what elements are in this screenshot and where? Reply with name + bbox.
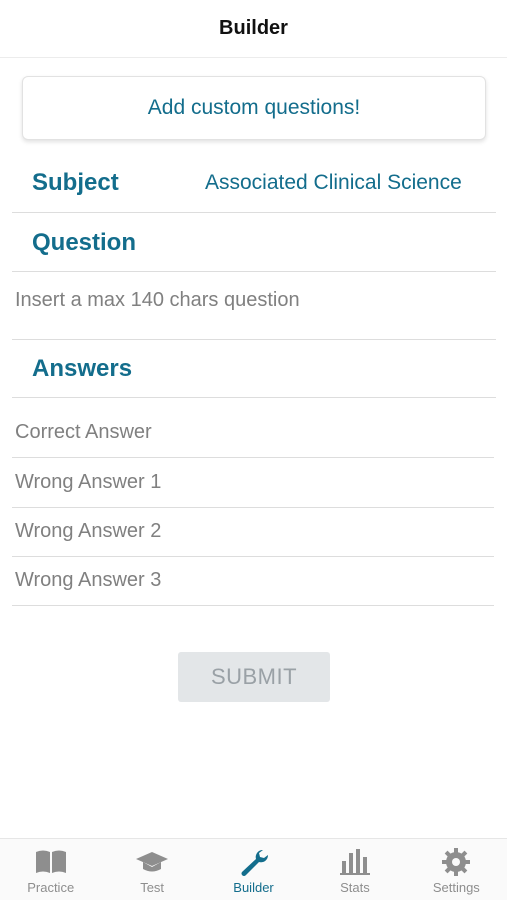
tab-settings[interactable]: Settings — [406, 839, 507, 900]
tab-test-label: Test — [140, 880, 165, 895]
question-input[interactable]: Insert a max 140 chars question — [12, 272, 496, 340]
tab-builder[interactable]: Builder — [203, 839, 304, 900]
nav-bar: Builder — [0, 0, 507, 58]
submit-button[interactable]: SUBMIT — [178, 652, 330, 702]
builder-screen: Builder Add custom questions! Subject As… — [0, 0, 507, 900]
page-title: Builder — [219, 17, 288, 39]
answers-label: Answers — [32, 355, 133, 382]
bar-chart-icon — [339, 849, 370, 875]
wrong-answer-3-placeholder: Wrong Answer 3 — [15, 569, 162, 591]
tab-settings-label: Settings — [432, 880, 480, 895]
question-placeholder: Insert a max 140 chars question — [15, 289, 300, 311]
add-custom-questions-label: Add custom questions! — [147, 96, 361, 119]
wrench-icon — [241, 849, 268, 876]
subject-label: Subject — [32, 169, 119, 196]
correct-answer-input[interactable]: Correct Answer — [12, 408, 494, 458]
subject-row[interactable]: Subject Associated Clinical Science — [12, 155, 496, 213]
correct-answer-placeholder: Correct Answer — [15, 421, 152, 443]
graduation-cap-icon — [136, 852, 169, 872]
tab-builder-label: Builder — [233, 880, 274, 895]
tab-stats[interactable]: Stats — [304, 839, 405, 900]
answers-section-header: Answers — [12, 340, 496, 398]
book-icon — [35, 850, 66, 873]
tab-test[interactable]: Test — [101, 839, 202, 900]
tab-stats-label: Stats — [340, 880, 370, 895]
gear-icon — [442, 848, 471, 876]
add-custom-questions-button[interactable]: Add custom questions! — [22, 76, 486, 140]
wrong-answer-2-placeholder: Wrong Answer 2 — [15, 520, 162, 542]
wrong-answer-3-input[interactable]: Wrong Answer 3 — [12, 556, 494, 606]
submit-label: SUBMIT — [210, 664, 298, 689]
wrong-answer-1-input[interactable]: Wrong Answer 1 — [12, 458, 494, 508]
question-label: Question — [32, 229, 137, 256]
tab-practice-label: Practice — [27, 880, 75, 895]
wrong-answer-2-input[interactable]: Wrong Answer 2 — [12, 507, 494, 557]
question-section-header: Question — [12, 214, 496, 272]
subject-value[interactable]: Associated Clinical Science — [205, 171, 462, 195]
tab-bar: Practice Test Builder Stats Settings — [0, 838, 507, 900]
wrong-answer-1-placeholder: Wrong Answer 1 — [15, 471, 162, 493]
tab-practice[interactable]: Practice — [0, 839, 101, 900]
